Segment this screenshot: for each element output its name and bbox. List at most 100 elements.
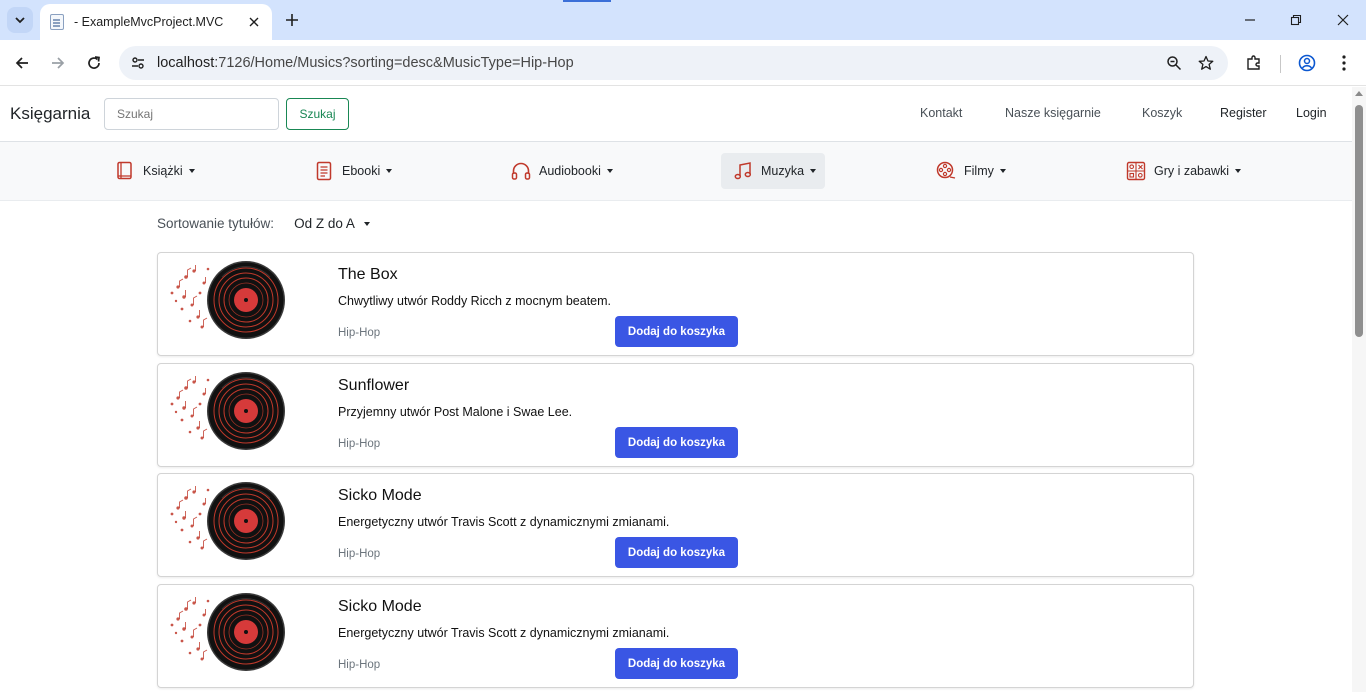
caret-down-icon xyxy=(363,221,370,226)
nav-link-koszyk[interactable]: Koszyk xyxy=(1142,106,1182,120)
chevron-down-icon xyxy=(15,17,25,24)
sorting-bar: Sortowanie tytułów: Od Z do A xyxy=(157,216,370,231)
new-tab-button[interactable] xyxy=(282,10,302,30)
plus-icon xyxy=(286,14,298,26)
category-label: Filmy xyxy=(964,164,994,178)
tune-icon xyxy=(132,57,144,69)
toolbar-divider xyxy=(1280,55,1281,73)
caret-down-icon xyxy=(606,169,613,173)
browser-tab[interactable]: - ExampleMvcProject.MVC xyxy=(40,4,272,40)
product-title[interactable]: Sicko Mode xyxy=(338,487,422,505)
forward-button[interactable] xyxy=(46,51,70,75)
category-label: Audiobooki xyxy=(539,164,601,178)
caret-down-icon xyxy=(810,169,817,173)
category-ebooki[interactable]: Ebooki xyxy=(302,153,404,189)
vinyl-record-image xyxy=(164,257,288,343)
more-vert-icon xyxy=(1342,55,1346,71)
product-card: Sicko Mode Energetyczny utwór Travis Sco… xyxy=(157,473,1194,577)
headphones-icon xyxy=(511,161,531,181)
nav-link-nasze-ksiegarnie[interactable]: Nasze księgarnie xyxy=(1005,106,1101,120)
search-input[interactable] xyxy=(104,98,279,130)
scrollbar-thumb[interactable] xyxy=(1355,105,1363,337)
vinyl-record-image xyxy=(164,478,288,564)
zoom-button[interactable] xyxy=(1158,47,1190,79)
minimize-button[interactable] xyxy=(1238,8,1262,32)
category-audiobooki[interactable]: Audiobooki xyxy=(499,153,625,189)
site-info-button[interactable] xyxy=(119,46,157,80)
restore-icon xyxy=(1290,14,1302,26)
product-card: Sicko Mode Energetyczny utwór Travis Sco… xyxy=(157,584,1194,688)
book-icon xyxy=(115,161,135,181)
vinyl-record-image xyxy=(164,368,288,454)
nav-link-register[interactable]: Register xyxy=(1220,106,1267,120)
minimize-icon xyxy=(1245,19,1255,21)
reload-icon xyxy=(88,56,100,69)
games-icon xyxy=(1126,161,1146,181)
sorting-dropdown[interactable]: Od Z do A xyxy=(294,216,370,231)
account-icon xyxy=(1298,54,1316,72)
close-icon xyxy=(249,17,259,27)
product-title[interactable]: The Box xyxy=(338,266,398,284)
sorting-label: Sortowanie tytułów: xyxy=(157,216,275,231)
product-genre: Hip-Hop xyxy=(338,548,381,560)
bookmark-button[interactable] xyxy=(1190,47,1222,79)
close-icon xyxy=(1337,14,1349,26)
product-card: The Box Chwytliwy utwór Roddy Ricch z mo… xyxy=(157,252,1194,356)
nav-link-kontakt[interactable]: Kontakt xyxy=(920,106,962,120)
product-description: Chwytliwy utwór Roddy Ricch z mocnym bea… xyxy=(338,294,611,308)
category-filmy[interactable]: Filmy xyxy=(924,153,1018,189)
profile-button[interactable] xyxy=(1295,51,1319,75)
page-scrollbar[interactable] xyxy=(1352,87,1366,692)
product-genre: Hip-Hop xyxy=(338,659,381,671)
category-label: Muzyka xyxy=(761,164,805,178)
product-title[interactable]: Sunflower xyxy=(338,377,409,395)
category-ksiazki[interactable]: Książki xyxy=(103,153,207,189)
arrow-right-icon xyxy=(52,57,65,69)
product-card: Sunflower Przyjemny utwór Post Malone i … xyxy=(157,363,1194,467)
menu-button[interactable] xyxy=(1332,51,1356,75)
film-reel-icon xyxy=(936,161,956,181)
product-description: Energetyczny utwór Travis Scott z dynami… xyxy=(338,626,670,640)
puzzle-icon xyxy=(1247,55,1260,70)
star-icon xyxy=(1198,55,1214,70)
restore-button[interactable] xyxy=(1284,8,1308,32)
close-tab-button[interactable] xyxy=(246,14,262,30)
browser-tab-bar: - ExampleMvcProject.MVC xyxy=(0,0,1366,40)
tab-search-button[interactable] xyxy=(7,7,33,33)
product-genre: Hip-Hop xyxy=(338,327,381,339)
product-genre: Hip-Hop xyxy=(338,438,381,450)
tab-title: - ExampleMvcProject.MVC xyxy=(74,15,224,29)
scroll-up-arrow[interactable] xyxy=(1355,91,1363,96)
vinyl-record-image xyxy=(164,589,288,675)
add-to-cart-button[interactable]: Dodaj do koszyka xyxy=(615,427,738,458)
page-icon xyxy=(50,14,64,30)
category-label: Ebooki xyxy=(342,164,381,178)
product-description: Energetyczny utwór Travis Scott z dynami… xyxy=(338,515,670,529)
music-note-icon xyxy=(733,161,753,181)
category-muzyka[interactable]: Muzyka xyxy=(721,153,825,189)
page-viewport: Księgarnia Szukaj Kontakt Nasze księgarn… xyxy=(0,87,1352,692)
nav-link-login[interactable]: Login xyxy=(1296,106,1327,120)
address-bar[interactable]: localhost:7126/Home/Musics?sorting=desc&… xyxy=(119,46,1228,80)
close-window-button[interactable] xyxy=(1331,8,1355,32)
add-to-cart-button[interactable]: Dodaj do koszyka xyxy=(615,648,738,679)
product-title[interactable]: Sicko Mode xyxy=(338,598,422,616)
caret-down-icon xyxy=(1235,169,1242,173)
url-path: :7126/Home/Musics?sorting=desc&MusicType… xyxy=(214,55,574,71)
ebook-icon xyxy=(314,161,334,181)
category-label: Gry i zabawki xyxy=(1154,164,1230,178)
caret-down-icon xyxy=(999,169,1006,173)
brand-link[interactable]: Księgarnia xyxy=(10,104,90,124)
extensions-button[interactable] xyxy=(1242,51,1266,75)
browser-toolbar: localhost:7126/Home/Musics?sorting=desc&… xyxy=(0,40,1366,86)
product-description: Przyjemny utwór Post Malone i Swae Lee. xyxy=(338,405,573,419)
back-button[interactable] xyxy=(10,51,34,75)
zoom-icon xyxy=(1167,56,1182,71)
category-gry-i-zabawki[interactable]: Gry i zabawki xyxy=(1114,153,1253,189)
add-to-cart-button[interactable]: Dodaj do koszyka xyxy=(615,316,738,347)
search-button[interactable]: Szukaj xyxy=(286,98,349,130)
caret-down-icon xyxy=(386,169,393,173)
reload-button[interactable] xyxy=(82,51,106,75)
add-to-cart-button[interactable]: Dodaj do koszyka xyxy=(615,537,738,568)
arrow-left-icon xyxy=(15,57,28,69)
